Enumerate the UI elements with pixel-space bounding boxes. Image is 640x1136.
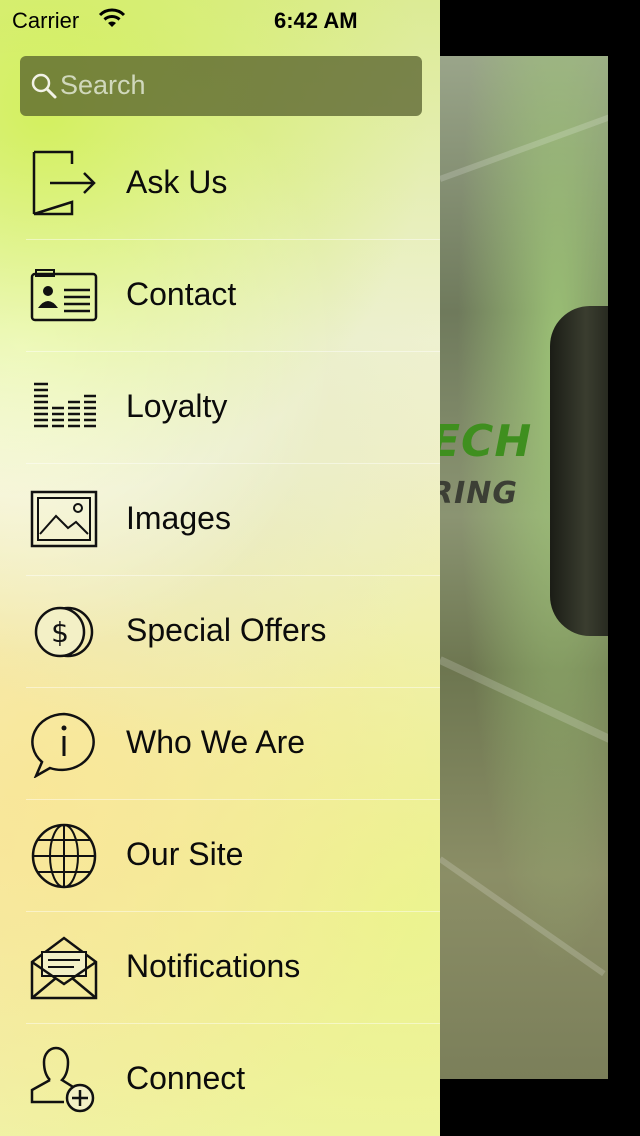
wifi-icon <box>98 6 126 36</box>
search-icon <box>30 72 58 105</box>
car-image <box>550 306 608 636</box>
side-drawer: Carrier 6:42 AM Search Ask Us Contact Lo… <box>0 0 440 1136</box>
menu-item-label: Contact <box>126 276 237 312</box>
menu-item-images[interactable]: Images <box>0 464 440 576</box>
menu-item-label: Images <box>126 500 231 536</box>
menu-item-label: Our Site <box>126 836 244 872</box>
drawer-menu: Ask Us Contact Loyalty Images $ Special … <box>0 128 440 1136</box>
menu-item-label: Who We Are <box>126 724 306 760</box>
motion-streak <box>440 656 608 757</box>
menu-item-label: Ask Us <box>126 164 228 200</box>
svg-text:$: $ <box>51 616 69 649</box>
menu-item-label: Loyalty <box>126 388 228 424</box>
menu-item-label: Special Offers <box>126 612 327 648</box>
sign-in-icon <box>28 150 100 218</box>
add-user-icon <box>28 1046 100 1114</box>
globe-icon <box>28 822 100 890</box>
image-icon <box>28 486 100 554</box>
loyalty-bars-icon <box>28 374 100 442</box>
info-bubble-icon <box>28 710 100 779</box>
search-input[interactable]: Search <box>20 56 422 116</box>
search-placeholder: Search <box>60 70 146 100</box>
menu-item-notifications[interactable]: Notifications <box>0 912 440 1024</box>
menu-item-label: Notifications <box>126 948 301 984</box>
status-time: 6:42 AM <box>274 8 358 33</box>
menu-item-connect[interactable]: Connect <box>0 1024 440 1136</box>
envelope-icon <box>28 934 100 1002</box>
motion-streak <box>440 107 608 182</box>
carrier-label: Carrier <box>12 8 80 33</box>
logo-text-line1: ECH <box>440 416 533 467</box>
contact-card-icon <box>28 262 100 330</box>
menu-item-who-we-are[interactable]: Who We Are <box>0 688 440 800</box>
coins-icon: $ <box>28 598 100 666</box>
menu-item-our-site[interactable]: Our Site <box>0 800 440 912</box>
menu-item-loyalty[interactable]: Loyalty <box>0 352 440 464</box>
motion-streak <box>440 856 606 977</box>
menu-item-contact[interactable]: Contact <box>0 240 440 352</box>
logo-text-line2: RING <box>440 476 518 511</box>
menu-item-label: Connect <box>126 1060 246 1096</box>
menu-item-ask-us[interactable]: Ask Us <box>0 128 440 240</box>
status-bar: Carrier 6:42 AM <box>0 0 440 40</box>
main-content-view[interactable]: ECH RING <box>440 56 608 1079</box>
menu-item-special-offers[interactable]: $ Special Offers <box>0 576 440 688</box>
